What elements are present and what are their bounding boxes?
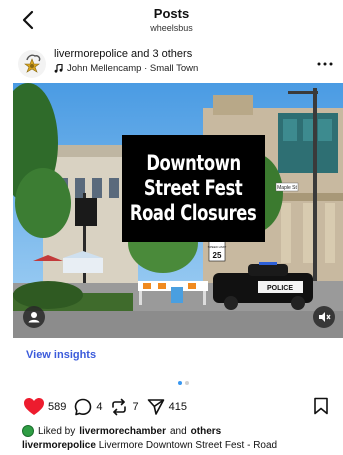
caption-author[interactable]: livermorepolice xyxy=(22,440,96,451)
post-header: livermorepolice and 3 others John Mellen… xyxy=(0,44,343,82)
author-avatar[interactable] xyxy=(18,50,46,78)
repost-count[interactable]: 7 xyxy=(132,401,138,413)
repost-button[interactable]: 7 xyxy=(110,398,139,416)
mute-button[interactable] xyxy=(313,306,335,328)
liked-by-prefix: Liked by xyxy=(38,425,76,437)
action-bar: 589 4 7 415 xyxy=(24,396,195,418)
more-options-button[interactable] xyxy=(317,54,333,70)
post-media[interactable]: SPEED LIMIT 25 Maple St POLICE Downtown xyxy=(13,83,343,338)
carousel-dot xyxy=(185,381,189,385)
top-bar: Posts wheelsbus xyxy=(0,0,343,40)
share-count[interactable]: 415 xyxy=(169,401,187,413)
author-line[interactable]: livermorepolice and 3 others xyxy=(54,48,192,60)
speed-sign-value-text: 25 xyxy=(213,251,222,260)
like-button[interactable]: 589 xyxy=(24,398,66,416)
overlay-line-3: Road Closures xyxy=(130,201,257,225)
overlay-line-2: Street Fest xyxy=(144,176,243,200)
post-caption: livermorepolice Livermore Downtown Stree… xyxy=(22,440,277,451)
comment-button[interactable]: 4 xyxy=(74,398,102,416)
page-title: Posts xyxy=(153,6,190,21)
police-text: POLICE xyxy=(267,285,293,292)
liked-by-others[interactable]: others xyxy=(191,426,222,437)
speaker-muted-icon xyxy=(319,312,331,322)
liked-by-middle: and xyxy=(169,425,187,437)
paper-plane-icon xyxy=(147,399,164,415)
comment-bubble-icon xyxy=(75,398,92,416)
overlay-line-1: Downtown xyxy=(146,151,241,175)
music-note-icon xyxy=(54,64,63,73)
user-tag-button[interactable] xyxy=(23,306,45,328)
liker-username[interactable]: livermorechamber xyxy=(79,426,166,437)
bookmark-icon xyxy=(314,397,328,415)
comment-count[interactable]: 4 xyxy=(96,401,102,413)
speed-sign-top-text: SPEED LIMIT xyxy=(208,245,227,249)
save-button[interactable] xyxy=(313,397,329,420)
music-line[interactable]: John Mellencamp · Small Town xyxy=(54,63,198,74)
more-horizontal-icon xyxy=(317,62,333,66)
user-tag-icon xyxy=(28,312,40,323)
view-insights-link[interactable]: View insights xyxy=(26,349,96,361)
coauthors-text[interactable]: and 3 others xyxy=(128,48,192,60)
author-name[interactable]: livermorepolice xyxy=(54,48,128,60)
carousel-indicator xyxy=(178,381,189,385)
caption-text: Livermore Downtown Street Fest - Road xyxy=(95,440,278,451)
carousel-dot-active xyxy=(178,381,182,385)
liker-avatar[interactable] xyxy=(22,425,34,437)
music-label: John Mellencamp · Small Town xyxy=(67,63,199,74)
like-count[interactable]: 589 xyxy=(48,401,66,413)
page-subtitle: wheelsbus xyxy=(150,23,193,33)
media-title-overlay: Downtown Street Fest Road Closures xyxy=(122,135,265,242)
repost-arrows-icon xyxy=(112,398,127,416)
police-badge-logo xyxy=(24,54,41,73)
share-button[interactable]: 415 xyxy=(147,398,187,416)
street-sign-text: Maple St xyxy=(277,185,297,191)
heart-filled-icon xyxy=(24,398,44,415)
liked-by-line[interactable]: Liked by livermorechamber and others xyxy=(22,425,221,437)
